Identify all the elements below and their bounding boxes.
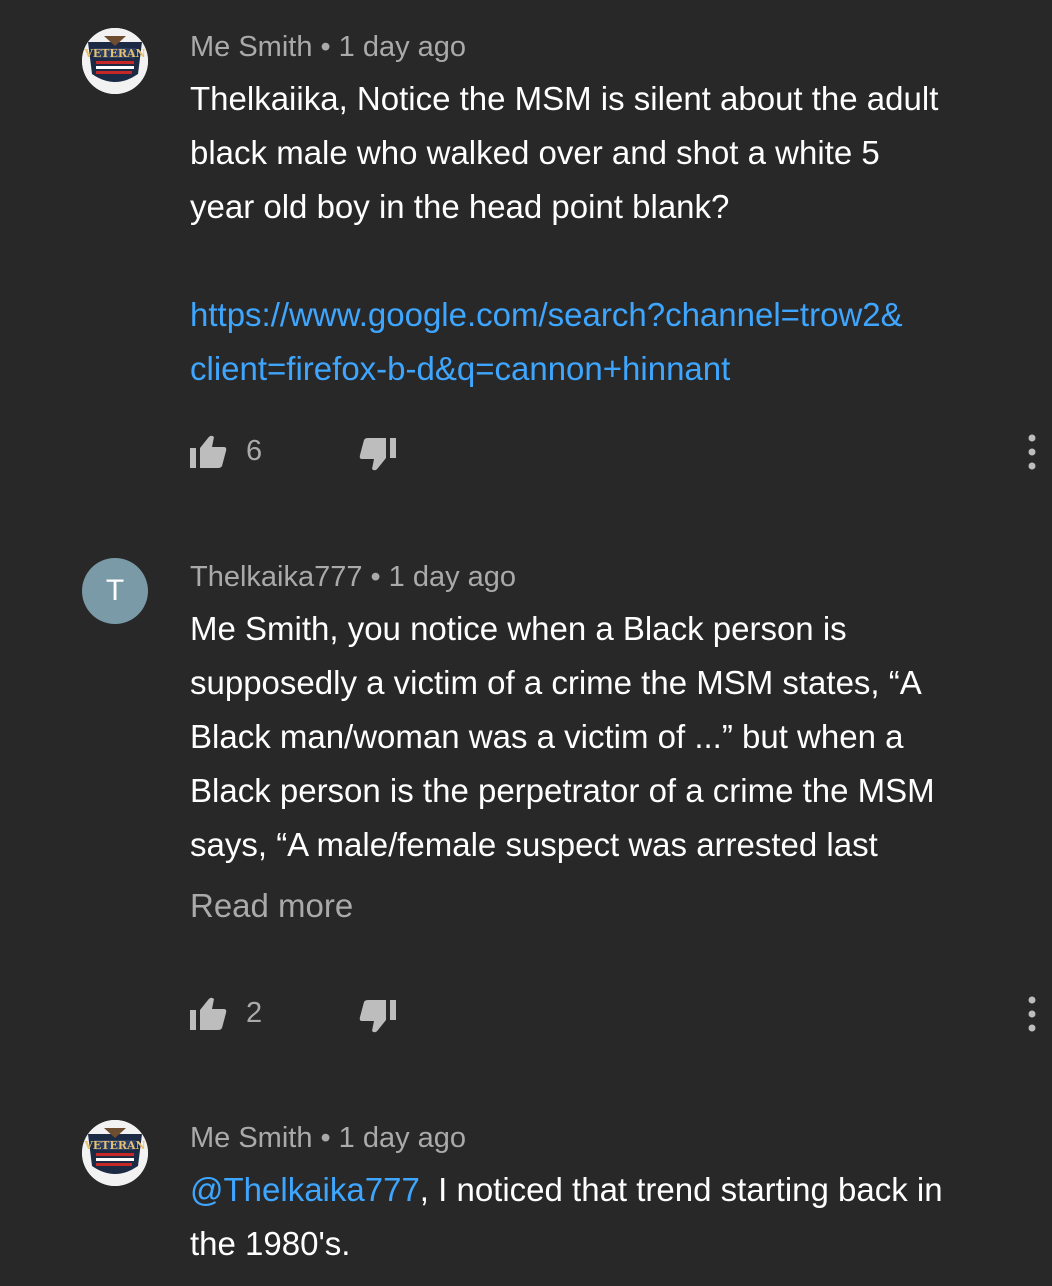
more-vertical-icon[interactable] bbox=[1014, 990, 1050, 1038]
thumbs-down-icon[interactable] bbox=[356, 432, 400, 476]
search-link[interactable]: https://www.google.com/search?channel=tr… bbox=[190, 288, 1040, 342]
thumbs-up-icon[interactable] bbox=[186, 430, 230, 474]
veteran-badge-icon bbox=[82, 1120, 148, 1186]
avatar-letter[interactable]: T bbox=[82, 558, 148, 624]
like-count: 2 bbox=[246, 997, 263, 1029]
author-name[interactable]: Me Smith bbox=[190, 31, 312, 63]
like-count: 6 bbox=[246, 435, 263, 467]
text-line: @Thelkaika777, I noticed that trend star… bbox=[190, 1163, 1040, 1217]
timestamp: 1 day ago bbox=[338, 31, 467, 63]
text-line: Black person is the perpetrator of a cri… bbox=[190, 772, 935, 809]
comment-meta: Thelkaika777 • 1 day ago bbox=[190, 560, 516, 594]
comment-actions: 6 bbox=[0, 428, 1052, 476]
text-line: the 1980's. bbox=[190, 1225, 351, 1262]
search-link-continued[interactable]: client=firefox-b-d&q=cannon+hinnant bbox=[190, 342, 1040, 396]
text-line: supposedly a victim of a crime the MSM s… bbox=[190, 664, 922, 701]
text-line: Me Smith, you notice when a Black person… bbox=[190, 610, 847, 647]
meta-separator: • bbox=[370, 561, 381, 593]
text-line: says, “A male/female suspect was arreste… bbox=[190, 826, 878, 863]
thumbs-down-icon[interactable] bbox=[356, 994, 400, 1038]
meta-separator: • bbox=[320, 31, 331, 63]
comment-actions: 2 bbox=[0, 990, 1052, 1038]
comment-text: Me Smith, you notice when a Black person… bbox=[190, 602, 1040, 872]
comment-text: @Thelkaika777, I noticed that trend star… bbox=[190, 1163, 1040, 1271]
timestamp: 1 day ago bbox=[388, 561, 517, 593]
read-more-button[interactable]: Read more bbox=[190, 886, 353, 926]
veteran-badge-icon bbox=[82, 28, 148, 94]
text-line: Thelkaiika, Notice the MSM is silent abo… bbox=[190, 80, 939, 117]
avatar-veteran-badge[interactable] bbox=[82, 28, 148, 94]
meta-separator: • bbox=[320, 1122, 331, 1154]
author-name[interactable]: Thelkaika777 bbox=[190, 561, 363, 593]
avatar-veteran-badge[interactable] bbox=[82, 1120, 148, 1186]
text-line: black male who walked over and shot a wh… bbox=[190, 134, 880, 171]
author-name[interactable]: Me Smith bbox=[190, 1122, 312, 1154]
thumbs-up-icon[interactable] bbox=[186, 992, 230, 1036]
mention-link[interactable]: @Thelkaika777 bbox=[190, 1171, 420, 1208]
text-line: year old boy in the head point blank? bbox=[190, 188, 730, 225]
text-line: Black man/woman was a victim of ...” but… bbox=[190, 718, 904, 755]
text-fragment: , I noticed that trend starting back in bbox=[419, 1171, 943, 1208]
comment-text: Thelkaiika, Notice the MSM is silent abo… bbox=[190, 72, 1040, 396]
comment-meta: Me Smith • 1 day ago bbox=[190, 1121, 466, 1155]
timestamp: 1 day ago bbox=[338, 1122, 467, 1154]
comment-meta: Me Smith • 1 day ago bbox=[190, 30, 466, 64]
more-vertical-icon[interactable] bbox=[1014, 428, 1050, 476]
